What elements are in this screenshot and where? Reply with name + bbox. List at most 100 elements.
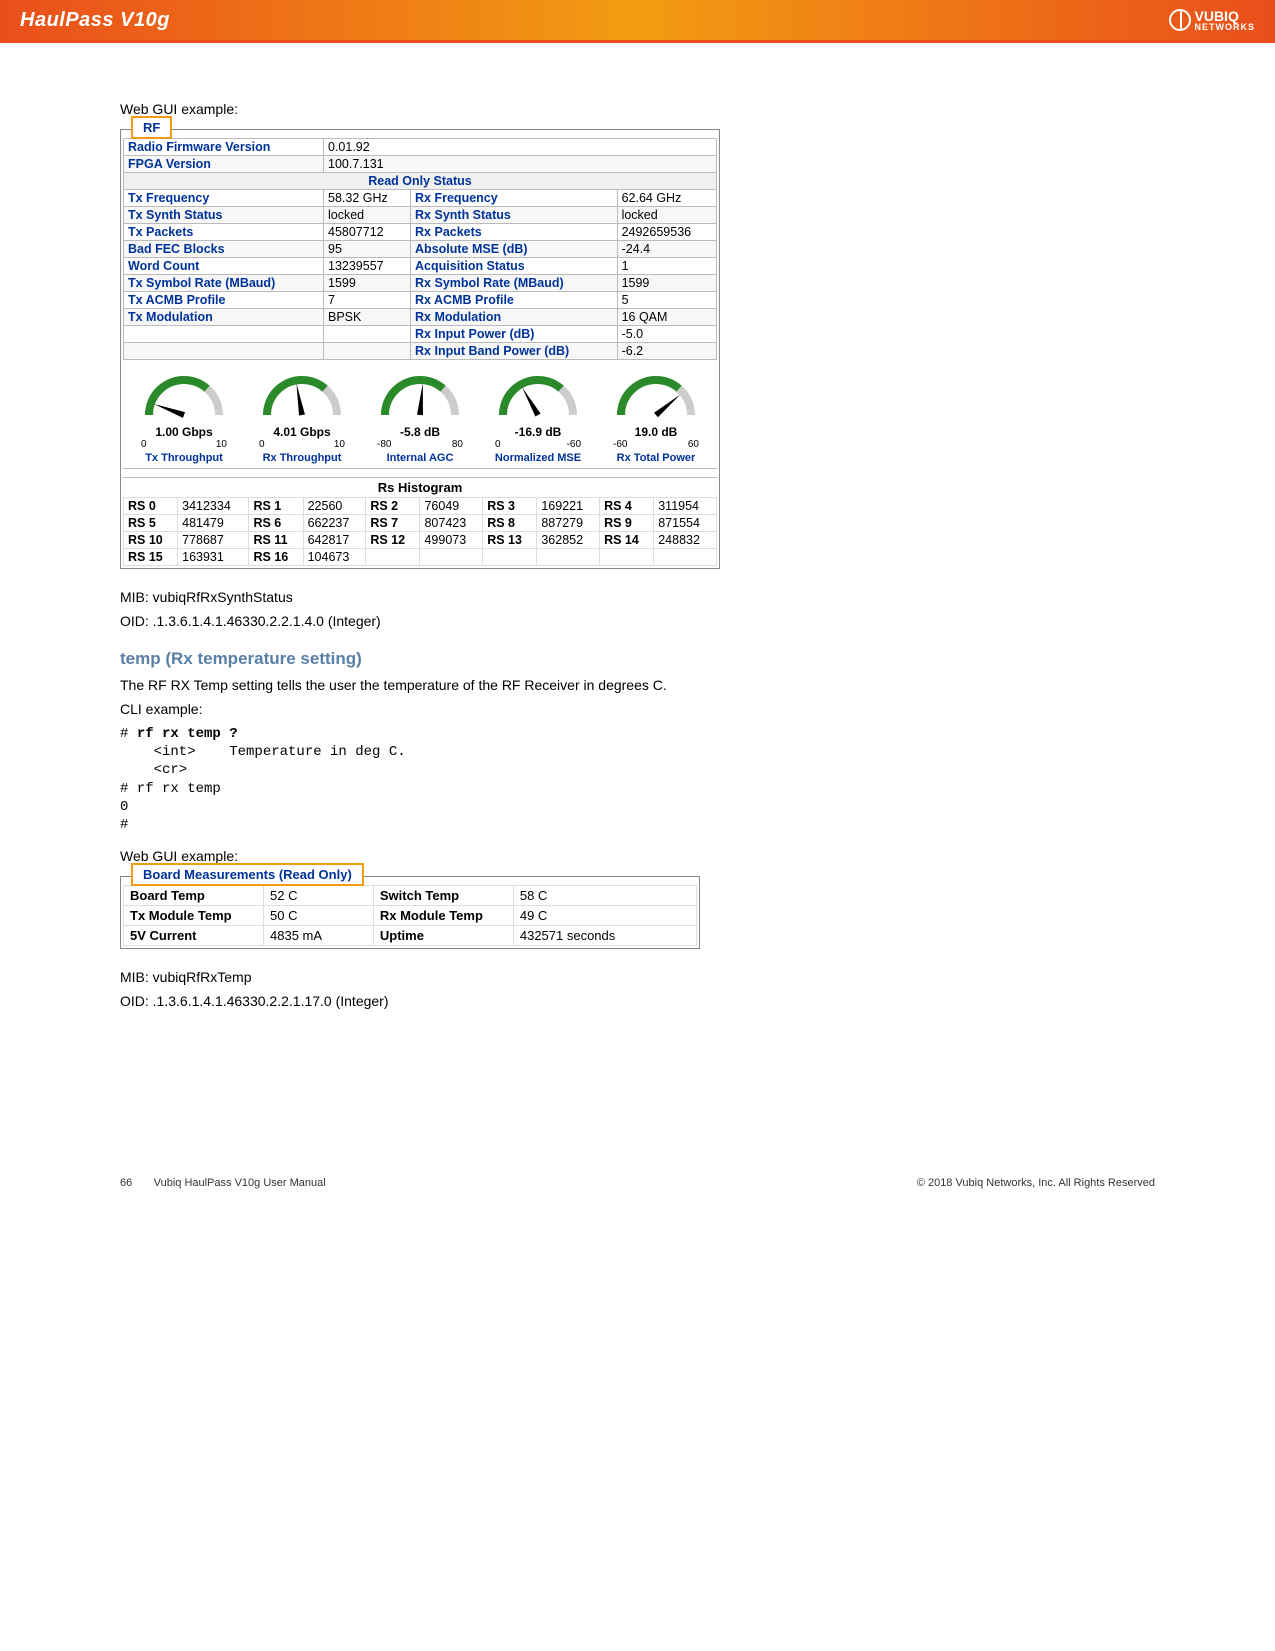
rs-value: 169221 [537,498,600,515]
rf-status-row: Tx Synth StatuslockedRx Synth Statuslock… [124,207,717,224]
gauge-arc-icon [139,370,229,425]
page-number: 66 [120,1177,132,1189]
rf-status-label: Bad FEC Blocks [124,241,324,258]
board-measurements-panel: Board Measurements (Read Only) Board Tem… [120,876,700,949]
rs-histogram-table: RS 03412334RS 122560RS 276049RS 3169221R… [123,497,717,566]
rs-value: 778687 [178,532,249,549]
rs-value [537,549,600,566]
gauge-range: -6060 [613,439,699,450]
bm-row: 5V Current4835 mAUptime432571 seconds [124,926,697,946]
rf-status-label: Acquisition Status [411,258,618,275]
bm-label: Board Temp [124,886,264,906]
bm-row: Tx Module Temp50 CRx Module Temp49 C [124,906,697,926]
bm-label: Switch Temp [373,886,513,906]
rf-tab: RF [131,116,172,139]
gauge-value: -5.8 dB [375,425,465,439]
rf-status-row: Tx ModulationBPSKRx Modulation16 QAM [124,309,717,326]
rs-value: 311954 [654,498,717,515]
gauge-arc-icon [375,370,465,425]
rf-status-label: Rx Input Band Power (dB) [411,343,618,360]
rf-status-row: Tx Packets45807712Rx Packets2492659536 [124,224,717,241]
section-temp-desc: The RF RX Temp setting tells the user th… [120,677,1155,693]
rf-status-label: Rx ACMB Profile [411,292,618,309]
rf-status-row: Word Count13239557Acquisition Status1 [124,258,717,275]
rf-status-value: 13239557 [324,258,411,275]
gauge: -16.9 dB0-60Normalized MSE [493,370,583,464]
rf-status-label: Tx Modulation [124,309,324,326]
rs-label: RS 5 [124,515,178,532]
rf-status-value: BPSK [324,309,411,326]
rs-label: RS 3 [483,498,537,515]
page-content: Web GUI example: RF Radio Firmware Versi… [0,43,1275,1057]
rs-label [366,549,420,566]
rf-status-row: Rx Input Power (dB)-5.0 [124,326,717,343]
rf-status-label [124,326,324,343]
rf-status-row: Tx ACMB Profile7Rx ACMB Profile5 [124,292,717,309]
vendor-logo: VUBIQ NETWORKS [1169,9,1256,32]
rf-status-row: Rx Input Band Power (dB)-6.2 [124,343,717,360]
rf-status-value: 16 QAM [617,309,716,326]
rf-firmware-value: 0.01.92 [324,139,717,156]
rs-label: RS 12 [366,532,420,549]
rf-status-value: locked [324,207,411,224]
gauge-row: 1.00 Gbps010Tx Throughput4.01 Gbps010Rx … [123,360,717,469]
rs-label: RS 2 [366,498,420,515]
rs-value [420,549,483,566]
gauge-label: Rx Total Power [611,452,701,464]
rs-value: 887279 [537,515,600,532]
rf-status-label: Tx Frequency [124,190,324,207]
rs-histogram-title: Rs Histogram [123,477,717,497]
rf-status-label: Rx Frequency [411,190,618,207]
rf-firmware-row: Radio Firmware Version 0.01.92 [124,139,717,156]
rf-status-value: 1599 [324,275,411,292]
rs-value: 871554 [654,515,717,532]
bm-label: Rx Module Temp [373,906,513,926]
rf-status-value: 7 [324,292,411,309]
rf-status-label: Absolute MSE (dB) [411,241,618,258]
gauge-label: Normalized MSE [493,452,583,464]
rs-label: RS 4 [600,498,654,515]
rs-value: 481479 [178,515,249,532]
rf-status-value: 5 [617,292,716,309]
rs-label: RS 7 [366,515,420,532]
oid-1: OID: .1.3.6.1.4.1.46330.2.2.1.4.0 (Integ… [120,613,1155,629]
gauge: 19.0 dB-6060Rx Total Power [611,370,701,464]
rs-value: 662237 [303,515,366,532]
rf-status-label: Rx Input Power (dB) [411,326,618,343]
rf-info-table: Radio Firmware Version 0.01.92 FPGA Vers… [123,138,717,360]
rf-status-label: Tx Symbol Rate (MBaud) [124,275,324,292]
rf-fpga-value: 100.7.131 [324,156,717,173]
rf-status-label: Tx Packets [124,224,324,241]
rf-status-value: 95 [324,241,411,258]
rs-value: 104673 [303,549,366,566]
rs-label: RS 13 [483,532,537,549]
rf-fpga-label: FPGA Version [124,156,324,173]
rf-status-value: -5.0 [617,326,716,343]
rf-status-label: Rx Synth Status [411,207,618,224]
globe-icon [1169,9,1191,31]
rs-value: 499073 [420,532,483,549]
rf-status-label: Tx Synth Status [124,207,324,224]
logo-subtext: NETWORKS [1195,23,1256,32]
rf-status-value: -6.2 [617,343,716,360]
rf-status-label: Word Count [124,258,324,275]
mib-1: MIB: vubiqRfRxSynthStatus [120,589,1155,605]
rs-label: RS 16 [249,549,303,566]
rs-label: RS 15 [124,549,178,566]
rf-status-value: -24.4 [617,241,716,258]
rf-status-value: locked [617,207,716,224]
web-gui-label-2: Web GUI example: [120,848,1155,864]
product-title: HaulPass V10g [20,9,170,32]
rs-label [600,549,654,566]
rf-status-row: Tx Symbol Rate (MBaud)1599Rx Symbol Rate… [124,275,717,292]
rs-row: RS 03412334RS 122560RS 276049RS 3169221R… [124,498,717,515]
rs-label: RS 8 [483,515,537,532]
rs-label: RS 6 [249,515,303,532]
gauge: -5.8 dB-8080Internal AGC [375,370,465,464]
rf-status-label: Rx Symbol Rate (MBaud) [411,275,618,292]
bm-value: 4835 mA [264,926,374,946]
mib-2: MIB: vubiqRfRxTemp [120,969,1155,985]
rs-value: 76049 [420,498,483,515]
rs-label: RS 0 [124,498,178,515]
gauge: 1.00 Gbps010Tx Throughput [139,370,229,464]
